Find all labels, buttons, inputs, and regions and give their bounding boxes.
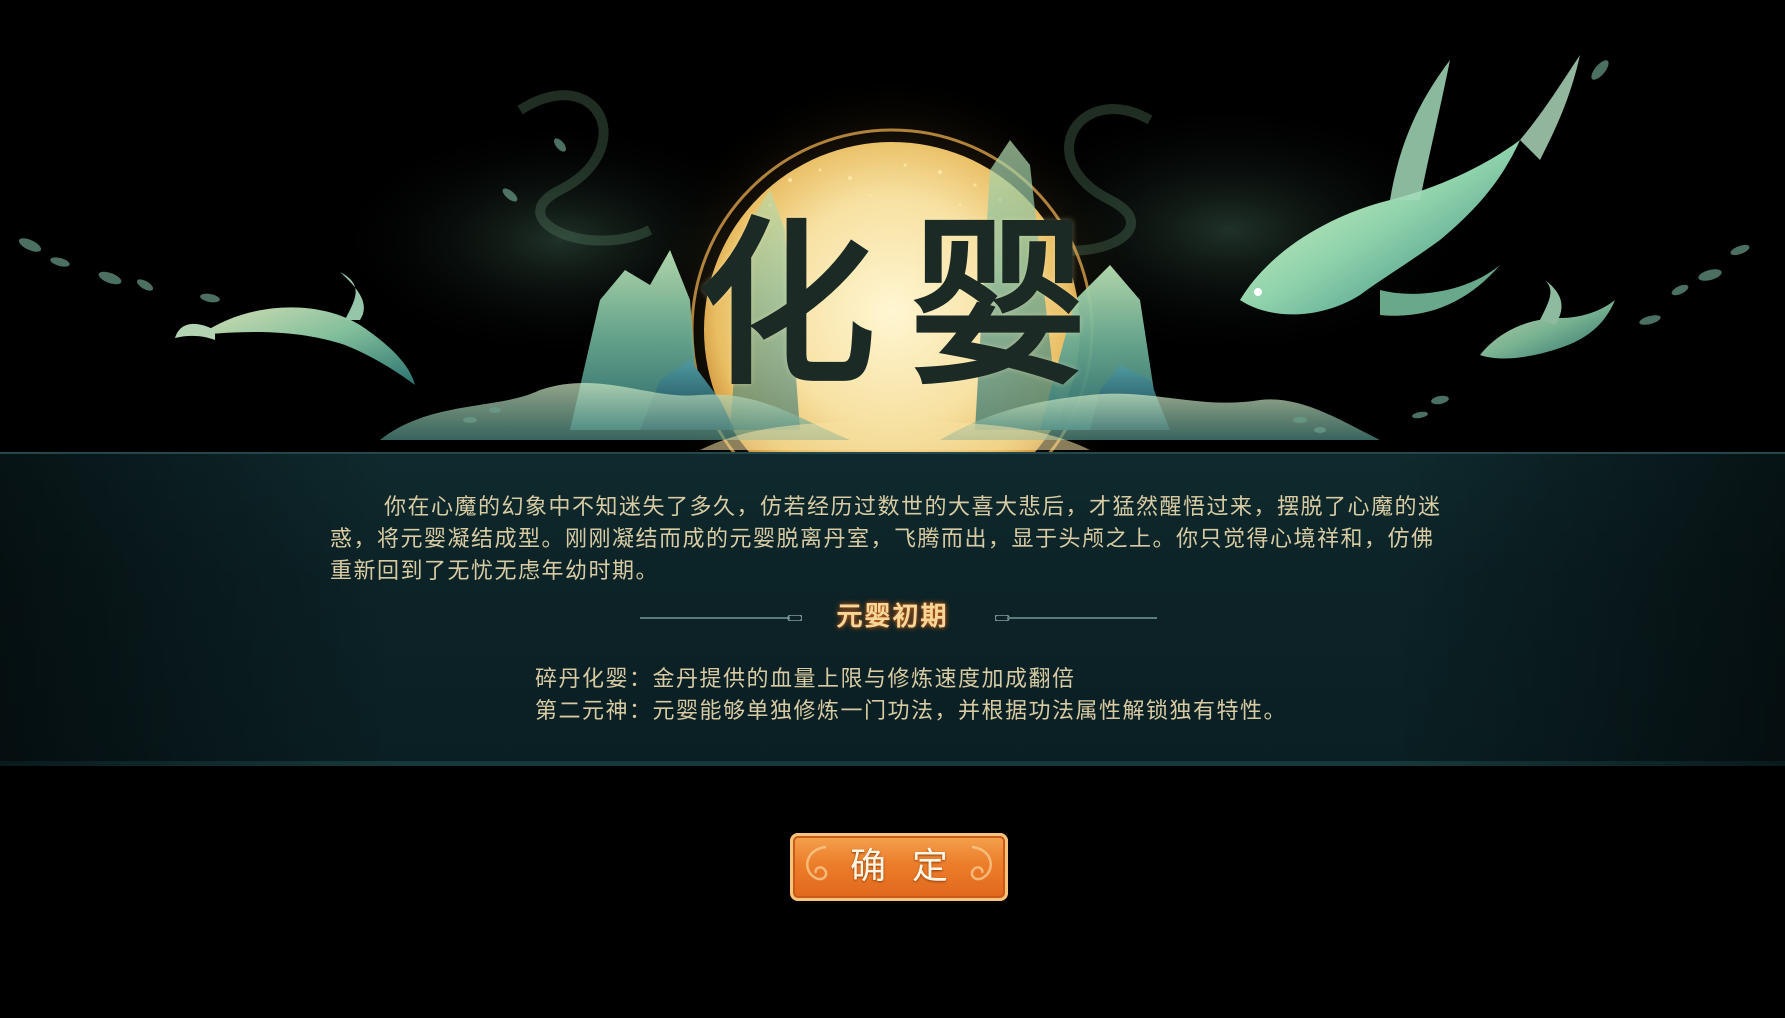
realm-title: 化婴 (697, 200, 1122, 409)
effect-item: 碎丹化婴：金丹提供的血量上限与修炼速度加成翻倍 (535, 667, 1076, 692)
effects-list: 碎丹化婴：金丹提供的血量上限与修炼速度加成翻倍 第二元神：元婴能够单独修炼一门功… (535, 664, 1535, 728)
info-panel: 你在心魔的幻象中不知迷失了多久，仿若经历过数世的大喜大悲后，才猛然醒悟过来，摆脱… (0, 452, 1785, 766)
cloud-swirl-icon (806, 845, 828, 881)
breakthrough-description: 你在心魔的幻象中不知迷失了多久，仿若经历过数世的大喜大悲后，才猛然醒悟过来，摆脱… (330, 495, 1442, 584)
realm-stage-label: 元婴初期 (836, 602, 949, 632)
realm-breakthrough-screen: 化婴 你在心魔的幻象中不知迷失了多久，仿若经历过数世的大喜大悲后，才猛然醒悟过来… (0, 0, 1785, 1018)
confirm-button[interactable]: 确定 (790, 833, 1008, 901)
ornamental-line-right-icon (995, 615, 1157, 621)
effect-item: 第二元神：元婴能够单独修炼一门功法，并根据功法属性解锁独有特性。 (535, 699, 1288, 724)
confirm-label: 确定 (849, 846, 974, 887)
stage-heading: 元婴初期 (0, 597, 1785, 637)
cloud-swirl-icon (970, 845, 992, 881)
